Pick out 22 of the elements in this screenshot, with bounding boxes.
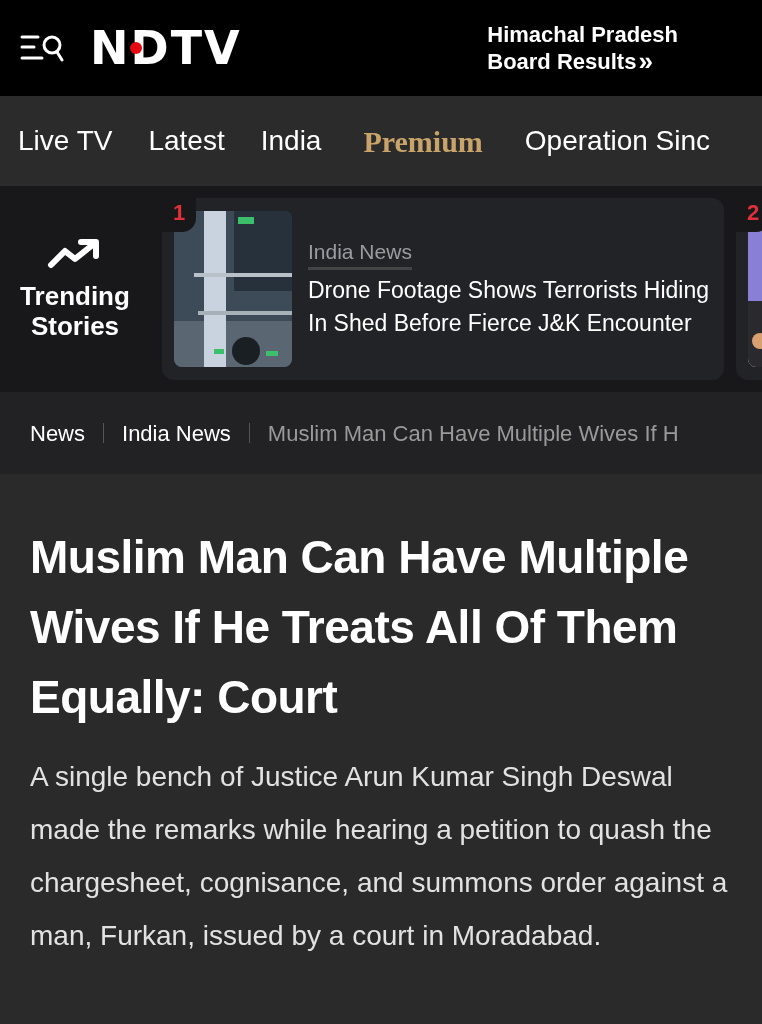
promo-link[interactable]: Himachal Pradesh bbox=[487, 21, 678, 48]
double-chevron-icon[interactable]: » bbox=[638, 48, 653, 75]
rank-number: 1 bbox=[162, 198, 196, 232]
breadcrumb-link[interactable]: News bbox=[30, 416, 85, 450]
ndtv-logo[interactable]: NDTV bbox=[90, 21, 242, 75]
nav-link[interactable]: Operation Sinc bbox=[524, 120, 711, 162]
nav-link[interactable]: India bbox=[260, 120, 322, 162]
breadcrumb-current[interactable]: Muslim Man Can Have Multiple Wives If H bbox=[267, 416, 679, 450]
story-title[interactable]: Drone Footage Shows Terrorists Hiding In Shed Before Fierce J&K Encounter bbox=[308, 274, 712, 340]
breadcrumb-link[interactable]: India News bbox=[122, 416, 231, 450]
article-headline: Muslim Man Can Have Multiple Wives If He Treats All Of Them Equally: Court bbox=[30, 530, 690, 725]
story-category[interactable]: India News bbox=[308, 238, 412, 270]
trending-label: Trending bbox=[20, 281, 130, 311]
nav-link[interactable]: Latest bbox=[148, 120, 225, 162]
story-card[interactable]: 2 bbox=[736, 198, 762, 380]
story-card[interactable]: 1 India News Drone Footage Shows Terrorists Hiding In Shed Before Fierce J&K Encounter bbox=[162, 198, 724, 380]
trending-label: Stories bbox=[30, 311, 120, 341]
nav-link[interactable]: Live TV bbox=[18, 120, 113, 162]
nav-link[interactable]: Premium bbox=[363, 118, 483, 164]
article-summary: A single bench of Justice Arun Kumar Singh Deswal made the remarks while hearing a petition to quash the chargesheet, cognisance, and summons order against a man, Furkan, issued by a court in Moradabad. bbox=[30, 760, 729, 953]
rank-number: 2 bbox=[736, 198, 762, 232]
promo-link[interactable]: Board Results bbox=[487, 48, 637, 75]
